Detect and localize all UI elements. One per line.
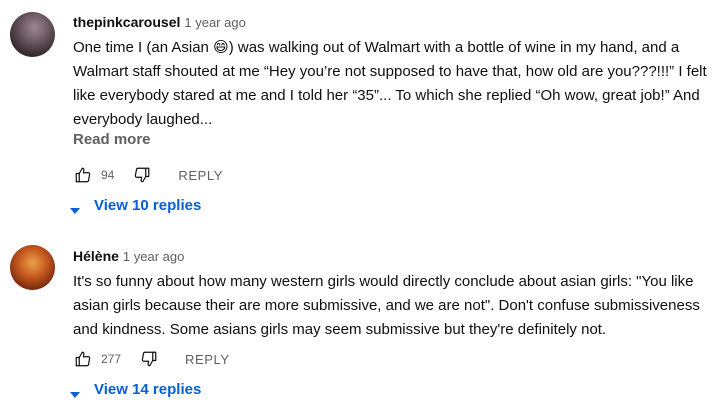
like-count: 277: [101, 352, 122, 366]
thumbs-down-icon[interactable]: [139, 349, 159, 369]
thumbs-up-icon[interactable]: [73, 349, 93, 369]
view-replies-label: View 14 replies: [94, 381, 202, 398]
comment-actions: 277 REPLY: [73, 347, 230, 371]
comment-header: thepinkcarousel 1 year ago: [73, 13, 246, 32]
caret-down-icon: [70, 202, 80, 214]
view-replies-label: View 10 replies: [94, 197, 202, 214]
like-count: 94: [101, 168, 115, 182]
comment-time[interactable]: 1 year ago: [123, 249, 184, 264]
view-replies-button[interactable]: View 14 replies: [70, 381, 201, 398]
comment-actions: 94 REPLY: [73, 163, 223, 187]
view-replies-button[interactable]: View 10 replies: [70, 197, 201, 214]
avatar[interactable]: [10, 12, 55, 57]
thumbs-up-icon[interactable]: [73, 165, 93, 185]
read-more-button[interactable]: Read more: [73, 131, 151, 148]
thumbs-down-icon[interactable]: [132, 165, 152, 185]
comment-text: One time I (an Asian 😄) was walking out …: [73, 39, 707, 128]
comment-text: It's so funny about how many western gir…: [73, 273, 700, 338]
author-name[interactable]: thepinkcarousel: [73, 14, 180, 30]
caret-down-icon: [70, 386, 80, 398]
reply-button[interactable]: REPLY: [185, 352, 230, 367]
reply-button[interactable]: REPLY: [178, 168, 223, 183]
avatar[interactable]: [10, 245, 55, 290]
comment-time[interactable]: 1 year ago: [184, 15, 245, 30]
author-name[interactable]: Hélène: [73, 248, 119, 264]
comment-header: Hélène 1 year ago: [73, 247, 184, 266]
